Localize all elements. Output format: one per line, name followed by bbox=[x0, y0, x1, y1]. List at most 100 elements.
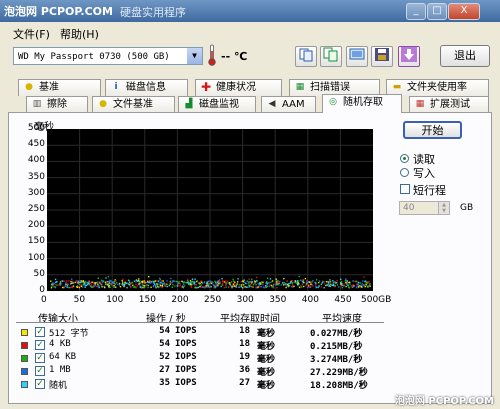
tab-disk-monitor[interactable]: ▟ 磁盘监视 bbox=[178, 96, 256, 113]
scatter-point bbox=[296, 282, 298, 285]
avg-speed-value: 0.215MB/秒 bbox=[310, 342, 363, 352]
ops-value: 27 bbox=[159, 365, 170, 375]
scatter-point bbox=[157, 286, 159, 288]
scatter-point bbox=[291, 282, 293, 285]
table-divider bbox=[16, 322, 384, 323]
exit-button[interactable]: 退出 bbox=[440, 45, 490, 67]
tab-random-access[interactable]: ◎ 随机存取 bbox=[322, 94, 402, 113]
table-row: ✓ 512 字节 54 IOPS 18 毫秒 0.027MB/秒 bbox=[16, 326, 386, 339]
scatter-point bbox=[79, 280, 81, 282]
scatter-point bbox=[202, 286, 204, 288]
scatter-plot bbox=[47, 129, 373, 291]
chevron-down-icon[interactable]: ▼ bbox=[187, 48, 202, 64]
access-time-unit: 毫秒 bbox=[257, 368, 276, 378]
scatter-point bbox=[325, 281, 328, 283]
tab-aam[interactable]: ◀ AAM bbox=[261, 96, 316, 113]
start-button[interactable]: 开始 bbox=[403, 121, 462, 139]
scatter-point bbox=[158, 283, 160, 285]
series-checkbox[interactable]: ✓ bbox=[35, 340, 45, 350]
scatter-point bbox=[251, 278, 253, 280]
scatter-point bbox=[291, 286, 293, 288]
scatter-point bbox=[74, 281, 76, 284]
tab-benchmark[interactable]: ● 基准 bbox=[18, 79, 101, 96]
scatter-point bbox=[50, 280, 52, 282]
scatter-point bbox=[262, 283, 264, 286]
save-icon[interactable] bbox=[371, 46, 393, 67]
series-checkbox[interactable]: ✓ bbox=[35, 327, 45, 337]
x-tick-label: 50 bbox=[73, 295, 86, 305]
ops-unit: IOPS bbox=[175, 326, 197, 336]
download-icon[interactable] bbox=[398, 46, 420, 67]
scatter-point bbox=[97, 277, 99, 279]
scatter-point bbox=[364, 280, 367, 282]
scatter-point bbox=[156, 280, 158, 282]
maximize-button[interactable]: □ bbox=[427, 3, 447, 20]
scatter-point bbox=[177, 283, 179, 285]
scatter-point bbox=[191, 278, 194, 280]
scatter-point bbox=[76, 286, 78, 288]
y-tick-label: 250 bbox=[27, 204, 45, 214]
scatter-point bbox=[215, 281, 217, 283]
scatter-point bbox=[154, 285, 157, 287]
tab-erase[interactable]: ▥ 擦除 bbox=[26, 96, 88, 113]
tab-disk-info[interactable]: i 磁盘信息 bbox=[105, 79, 188, 96]
scatter-point bbox=[260, 286, 262, 288]
scatter-point bbox=[282, 284, 285, 286]
scatter-point bbox=[221, 284, 223, 286]
scatter-point bbox=[285, 286, 287, 289]
close-button[interactable]: X bbox=[448, 3, 480, 20]
read-radio[interactable] bbox=[400, 154, 409, 163]
series-checkbox[interactable]: ✓ bbox=[35, 379, 45, 389]
scatter-point bbox=[278, 281, 280, 284]
scatter-point bbox=[68, 287, 71, 289]
minimize-button[interactable]: _ bbox=[406, 3, 426, 20]
table-row: ✓ 4 KB 54 IOPS 18 毫秒 0.215MB/秒 bbox=[16, 339, 386, 352]
transfer-size: 随机 bbox=[49, 381, 68, 391]
scatter-point bbox=[192, 281, 195, 283]
tab-extended-test[interactable]: ▦ 扩展测试 bbox=[409, 96, 489, 113]
scatter-point bbox=[228, 286, 230, 288]
menu-help[interactable]: 帮助(H) bbox=[60, 26, 99, 42]
tab-file-benchmark[interactable]: ● 文件基准 bbox=[92, 96, 175, 113]
scatter-point bbox=[206, 286, 208, 288]
speaker-icon: ◀ bbox=[268, 99, 276, 109]
tab-health[interactable]: ✚ 健康状况 bbox=[195, 79, 282, 96]
menu-file[interactable]: 文件(F) bbox=[13, 26, 50, 42]
spin-down-icon[interactable]: ▼ bbox=[438, 208, 449, 214]
scatter-point bbox=[190, 286, 192, 288]
scatter-point bbox=[170, 277, 172, 280]
short-stroke-input[interactable]: 40 ▲ ▼ bbox=[399, 201, 450, 215]
ops-value: 54 bbox=[159, 326, 170, 336]
extended-test-icon: ▦ bbox=[415, 99, 425, 109]
scatter-point bbox=[150, 286, 152, 288]
drive-select-value: WD My Passport 0730 (500 GB) bbox=[18, 52, 170, 62]
scatter-point bbox=[306, 282, 309, 285]
scatter-point bbox=[94, 282, 97, 284]
scatter-point bbox=[146, 281, 148, 284]
drive-select[interactable]: WD My Passport 0730 (500 GB) ▼ bbox=[13, 47, 203, 65]
series-checkbox[interactable]: ✓ bbox=[35, 366, 45, 376]
scatter-point bbox=[309, 286, 311, 288]
screenshot-icon[interactable] bbox=[346, 46, 368, 67]
scatter-point bbox=[189, 283, 192, 285]
tab-label: 随机存取 bbox=[343, 97, 383, 108]
scatter-point bbox=[53, 286, 55, 288]
copy-all-icon[interactable] bbox=[320, 46, 342, 67]
scatter-point bbox=[246, 282, 248, 285]
scatter-point bbox=[160, 282, 162, 285]
scatter-point bbox=[357, 282, 360, 284]
scatter-point bbox=[363, 284, 365, 286]
scatter-point bbox=[256, 286, 259, 289]
scatter-point bbox=[312, 280, 314, 282]
scatter-point bbox=[338, 286, 340, 288]
scatter-point bbox=[240, 284, 242, 286]
write-radio[interactable] bbox=[400, 168, 409, 177]
scatter-point bbox=[276, 287, 278, 289]
scatter-point bbox=[176, 285, 178, 287]
short-stroke-checkbox[interactable] bbox=[400, 184, 410, 194]
scatter-point bbox=[265, 282, 267, 284]
scatter-point bbox=[71, 278, 73, 280]
copy-icon[interactable] bbox=[295, 46, 317, 67]
series-checkbox[interactable]: ✓ bbox=[35, 353, 45, 363]
scatter-point bbox=[249, 281, 252, 284]
